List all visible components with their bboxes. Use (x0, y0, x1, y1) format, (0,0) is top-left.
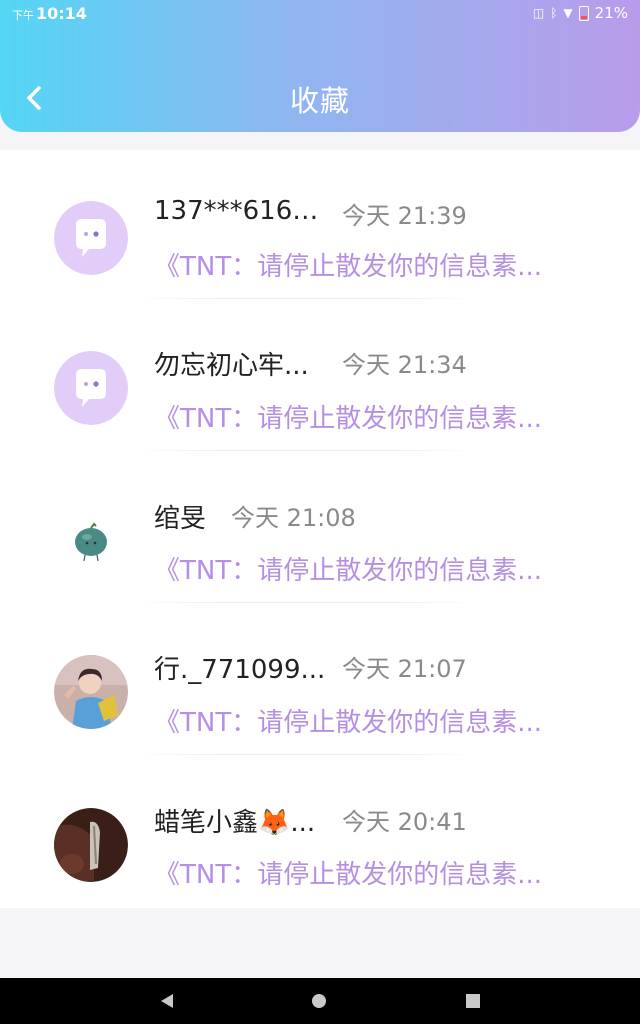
chat-bubble-avatar[interactable] (54, 351, 128, 425)
message-preview: 《TNT：请停止散发你的信息素... (154, 708, 543, 738)
nav-recents-button[interactable] (460, 988, 486, 1014)
status-time: 10:14 (36, 4, 87, 23)
system-nav-bar (0, 978, 640, 1024)
message-preview: 《TNT：请停止散发你的信息素... (154, 404, 543, 434)
timestamp: 今天 20:41 (342, 808, 467, 836)
bluetooth-icon: ᛒ (550, 6, 558, 20)
nav-back-button[interactable] (154, 988, 180, 1014)
list-item[interactable]: 勿忘初心牢... 今天 21:34 《TNT：请停止散发你的信息素... (0, 302, 640, 454)
chat-bubble-avatar[interactable] (54, 201, 128, 275)
message-preview: 《TNT：请停止散发你的信息素... (154, 860, 543, 890)
status-icons: ◫ ᛒ ▼ 21% (533, 4, 628, 22)
message-preview: 《TNT：请停止散发你的信息素... (154, 252, 543, 282)
page-title: 收藏 (289, 84, 350, 118)
contact-name: 137***616_... (154, 196, 326, 226)
app-header: 下午 10:14 ◫ ᛒ ▼ 21% 收藏 (0, 0, 640, 132)
status-ampm: 下午 (12, 9, 34, 22)
timestamp: 今天 21:08 (231, 504, 356, 532)
battery-percent: 21% (594, 4, 628, 22)
favorites-list: 137***616_... 今天 21:39 《TNT：请停止散发你的信息素..… (0, 150, 640, 908)
photo-avatar[interactable] (54, 655, 128, 729)
timestamp: 今天 21:34 (342, 351, 467, 379)
contact-name: 绾旻 (154, 504, 207, 534)
list-item[interactable]: 行._771099... 今天 21:07 《TNT：请停止散发你的信息素... (0, 606, 640, 758)
dark-photo-avatar[interactable] (54, 808, 128, 882)
divider (136, 754, 476, 755)
green-fruit-avatar[interactable] (54, 503, 128, 577)
nav-back-icon (161, 994, 173, 1008)
message-preview: 《TNT：请停止散发你的信息素... (154, 556, 543, 586)
status-bar: 下午 10:14 ◫ ᛒ ▼ 21% (0, 0, 640, 28)
divider (136, 602, 476, 603)
divider (136, 298, 476, 299)
battery-icon (578, 5, 589, 21)
timestamp: 今天 21:39 (342, 202, 467, 230)
nav-recents-icon (466, 994, 480, 1008)
nav-home-icon (312, 994, 326, 1008)
nav-home-button[interactable] (306, 988, 332, 1014)
wifi-icon: ▼ (563, 6, 573, 20)
divider (136, 450, 476, 451)
status-clock: 下午 10:14 (12, 4, 87, 23)
contact-name: 蜡笔小鑫🦊... (154, 808, 316, 838)
list-item[interactable]: 蜡笔小鑫🦊... 今天 20:41 《TNT：请停止散发你的信息素... (0, 758, 640, 910)
timestamp: 今天 21:07 (342, 655, 467, 683)
list-item[interactable]: 137***616_... 今天 21:39 《TNT：请停止散发你的信息素..… (0, 150, 640, 302)
vibrate-icon: ◫ (532, 6, 545, 20)
contact-name: 行._771099... (154, 655, 326, 685)
list-item[interactable]: 绾旻 今天 21:08 《TNT：请停止散发你的信息素... (0, 454, 640, 606)
contact-name: 勿忘初心牢... (154, 351, 309, 381)
